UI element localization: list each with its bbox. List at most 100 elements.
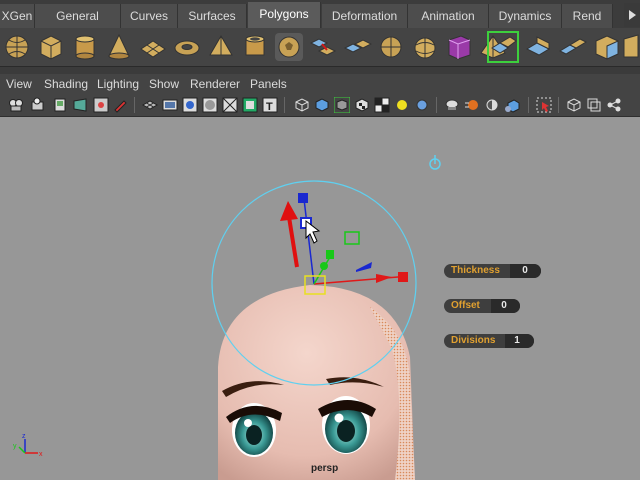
combine-icon[interactable]	[308, 31, 338, 63]
z-axis-handle[interactable]	[303, 198, 315, 285]
y-axis-cube[interactable]	[326, 250, 334, 259]
svg-text:x: x	[39, 451, 43, 458]
viewport-canvas[interactable]: z x y	[0, 117, 640, 480]
toolbar-separator	[134, 97, 135, 113]
annotation-arrow	[280, 201, 299, 268]
film-gate-icon[interactable]	[162, 97, 178, 113]
shadows-icon[interactable]	[394, 97, 410, 113]
tab-xgen[interactable]: XGen	[0, 4, 35, 28]
poly-plane-icon[interactable]	[138, 31, 168, 63]
tab-scroll-button[interactable]	[624, 3, 640, 27]
tab-dynamics[interactable]: Dynamics	[489, 4, 562, 28]
grease-pencil-icon[interactable]	[112, 97, 128, 113]
menu-view[interactable]: View	[6, 77, 32, 91]
menu-shading[interactable]: Shading	[44, 77, 88, 91]
character-head[interactable]	[218, 285, 415, 480]
menu-panels[interactable]: Panels	[250, 77, 287, 91]
panel-divider	[0, 67, 640, 74]
camera-name-label: persp	[311, 463, 339, 474]
screen-space-ao-icon[interactable]	[414, 97, 430, 113]
panel-menu-bar: View Shading Lighting Show Renderer Pane…	[0, 74, 640, 94]
tab-animation[interactable]: Animation	[408, 4, 489, 28]
tab-rendering[interactable]: Rend	[562, 4, 613, 28]
plane-handle-blue[interactable]	[356, 262, 372, 272]
light-locator-icon[interactable]	[429, 155, 441, 170]
poly-torus-icon[interactable]	[172, 31, 202, 63]
xray-active-components-icon[interactable]	[566, 97, 582, 113]
hud-thickness[interactable]: Thickness 0	[444, 264, 541, 278]
tab-curves[interactable]: Curves	[121, 4, 178, 28]
plane-handle[interactable]	[344, 231, 360, 245]
z-axis-cube[interactable]	[298, 193, 308, 203]
hud-divisions-value[interactable]: 1	[506, 335, 528, 346]
motion-blur-icon[interactable]	[444, 97, 460, 113]
bridge-icon[interactable]	[558, 31, 588, 63]
resolution-gate-icon[interactable]	[182, 97, 198, 113]
select-camera-icon[interactable]	[8, 97, 24, 113]
polygons-shelf	[0, 28, 640, 67]
poly-cone-icon[interactable]	[104, 31, 134, 63]
poly-prism-icon[interactable]	[206, 31, 236, 63]
wireframe-on-shaded-icon[interactable]	[334, 97, 350, 113]
xray-joints-icon[interactable]	[586, 97, 602, 113]
perspective-viewport[interactable]: z x y Thickness 0 Offset 0 Divisions 1 p…	[0, 117, 640, 480]
textured-icon[interactable]	[354, 97, 370, 113]
tab-surfaces[interactable]: Surfaces	[178, 4, 247, 28]
x-axis-cube[interactable]	[398, 272, 408, 282]
safe-action-icon[interactable]	[242, 97, 258, 113]
grid-icon[interactable]	[142, 97, 158, 113]
y-axis-handle[interactable]	[313, 256, 331, 285]
svg-text:z: z	[22, 433, 26, 440]
wireframe-icon[interactable]	[294, 97, 310, 113]
hud-divisions-label: Divisions	[451, 335, 496, 346]
hud-thickness-label: Thickness	[451, 265, 500, 276]
mouse-cursor-icon	[305, 219, 321, 244]
gate-mask-icon[interactable]	[202, 97, 218, 113]
extract-icon[interactable]	[376, 31, 406, 63]
toolbar-separator	[558, 97, 559, 113]
append-polygon-icon[interactable]	[622, 31, 640, 63]
menu-renderer[interactable]: Renderer	[190, 77, 240, 91]
hud-offset[interactable]: Offset 0	[444, 299, 520, 313]
boolean-icon[interactable]	[444, 31, 474, 63]
image-plane-icon[interactable]	[72, 97, 88, 113]
poly-pipe-icon[interactable]	[240, 31, 270, 63]
bevel-icon[interactable]	[592, 31, 622, 63]
smooth-icon[interactable]	[410, 31, 440, 63]
svg-text:T: T	[266, 101, 273, 113]
hud-offset-label: Offset	[451, 300, 480, 311]
extrude-icon[interactable]	[524, 31, 554, 63]
node-graph-icon[interactable]	[606, 97, 622, 113]
toolbar-separator	[436, 97, 437, 113]
menu-lighting[interactable]: Lighting	[97, 77, 139, 91]
poly-sphere-icon[interactable]	[2, 31, 32, 63]
menu-show[interactable]: Show	[149, 77, 179, 91]
hud-offset-value[interactable]: 0	[493, 300, 515, 311]
shelf-tab-bar: XGen General Curves Surfaces Polygons De…	[0, 0, 640, 28]
isolate-select-icon[interactable]	[504, 97, 520, 113]
use-all-lights-icon[interactable]	[374, 97, 390, 113]
poly-cylinder-icon[interactable]	[70, 31, 100, 63]
svg-text:y: y	[13, 443, 17, 450]
2d-pan-zoom-icon[interactable]	[93, 97, 109, 113]
tab-polygons[interactable]: Polygons	[248, 2, 321, 28]
poly-soccer-ball-icon[interactable]	[274, 31, 304, 63]
hud-divisions[interactable]: Divisions 1	[444, 334, 534, 348]
bookmarks-icon[interactable]	[52, 97, 68, 113]
poly-cube-icon[interactable]	[36, 31, 66, 63]
toolbar-separator	[528, 97, 529, 113]
smooth-shade-icon[interactable]	[314, 97, 330, 113]
tab-deformation[interactable]: Deformation	[322, 4, 408, 28]
anti-aliasing-icon[interactable]	[464, 97, 480, 113]
axis-orientation-gizmo: z x y	[13, 433, 43, 458]
xray-icon[interactable]	[536, 97, 552, 113]
hud-thickness-value[interactable]: 0	[514, 265, 536, 276]
tab-general[interactable]: General	[35, 4, 121, 28]
move-manipulator[interactable]	[298, 193, 408, 295]
separate-icon[interactable]	[342, 31, 372, 63]
multi-cut-icon[interactable]	[486, 31, 520, 63]
safe-title-icon[interactable]: T	[262, 97, 278, 113]
camera-attributes-icon[interactable]	[30, 97, 46, 113]
depth-of-field-icon[interactable]	[484, 97, 500, 113]
field-chart-icon[interactable]	[222, 97, 238, 113]
